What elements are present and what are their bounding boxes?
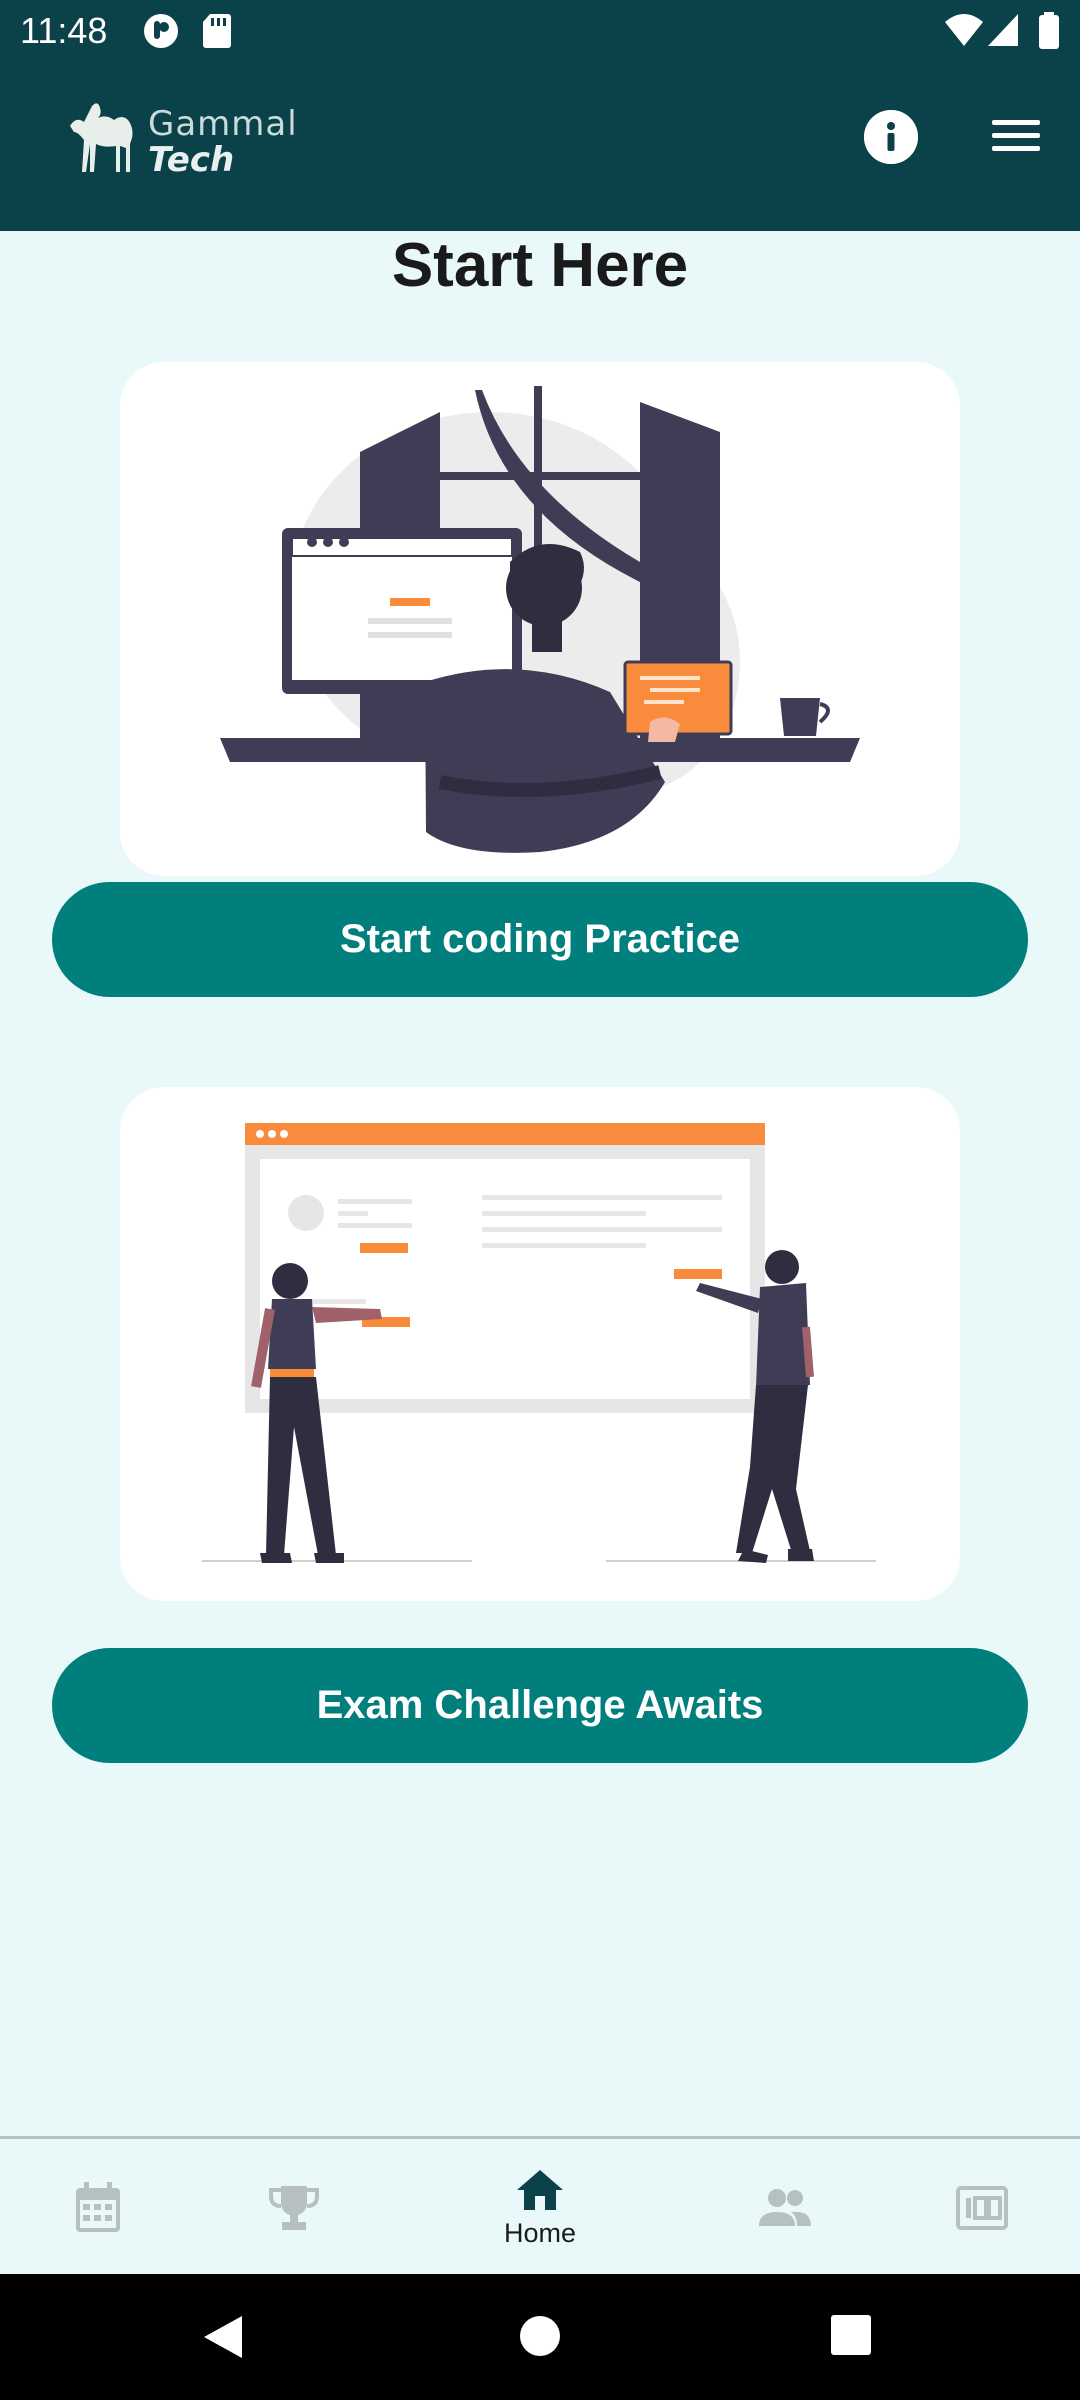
status-time: 11:48 <box>20 10 108 51</box>
person-coding-illustration <box>220 386 860 853</box>
nav-item-home[interactable]: Home <box>460 2139 620 2277</box>
recents-icon[interactable] <box>830 2314 872 2361</box>
people-icon <box>759 2189 811 2226</box>
coding-practice-card[interactable] <box>120 362 960 876</box>
bottom-navigation: Home <box>0 2136 1080 2277</box>
home-icon <box>517 2169 563 2210</box>
menu-button[interactable] <box>990 114 1044 160</box>
home-circle-icon[interactable] <box>518 2314 562 2363</box>
nav-label-home: Home <box>503 2217 577 2248</box>
trophy-icon <box>269 2186 319 2230</box>
page-title: Start Here <box>391 231 689 300</box>
calendar-icon <box>76 2182 120 2232</box>
exam-challenge-button[interactable]: Exam Challenge Awaits <box>52 1648 1028 1763</box>
start-coding-practice-button[interactable]: Start coding Practice <box>52 882 1028 997</box>
system-navigation-bar <box>0 2274 1080 2400</box>
notification-icon <box>142 12 180 55</box>
signal-icon <box>986 12 1020 53</box>
nav-item-score[interactable] <box>902 2139 1062 2277</box>
whiteboard-illustration <box>202 1123 876 1563</box>
logo-text-tech: Tech <box>148 140 235 180</box>
battery-icon <box>1038 12 1060 55</box>
back-icon[interactable] <box>202 2314 244 2365</box>
nav-item-community[interactable] <box>705 2139 865 2277</box>
hamburger-menu-icon <box>992 120 1040 151</box>
info-icon <box>864 110 918 164</box>
logo-text-gammal: Gammal <box>148 104 298 144</box>
gammal-tech-logo[interactable]: Gammal Tech <box>64 92 304 202</box>
info-button[interactable] <box>864 110 918 164</box>
app-bar: Gammal Tech <box>0 62 1080 231</box>
wifi-icon <box>944 12 984 53</box>
nav-item-trophy[interactable] <box>214 2139 374 2277</box>
nav-item-calendar[interactable] <box>18 2139 178 2277</box>
score-100-icon <box>956 2186 1008 2230</box>
sd-card-icon <box>202 12 232 55</box>
camel-logo-icon <box>70 103 133 172</box>
exam-challenge-card[interactable] <box>120 1087 960 1601</box>
status-bar: 11:48 <box>0 0 1080 62</box>
